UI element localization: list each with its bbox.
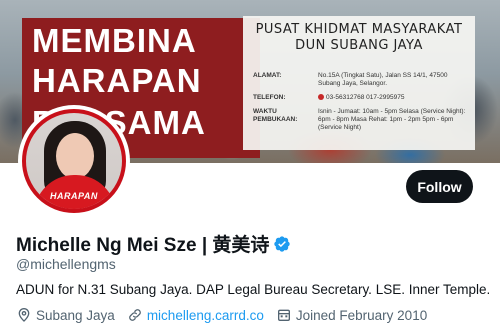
avatar-party-logo: HARAPAN [50,191,98,201]
banner-slogan-line-1: MEMBINA [32,22,197,59]
banner-telefon-value: 03-56312768 017-2995975 [326,94,405,101]
banner-info-panel: PUSAT KHIDMAT MASYARAKAT DUN SUBANG JAYA… [243,16,475,150]
profile-name-row: Michelle Ng Mei Sze | 黄美诗 [16,230,291,257]
link-icon [128,309,141,321]
banner-alamat-label: ALAMAT: [253,72,282,79]
profile-website[interactable]: michelleng.carrd.co [127,307,264,323]
profile-meta-row: Subang Jaya michelleng.carrd.co Joined F… [16,307,439,323]
banner-telefon-value-wrap: 03-56312768 017-2995975 [318,94,468,102]
profile-location-text: Subang Jaya [36,307,115,323]
avatar-face [56,133,94,179]
profile-location: Subang Jaya [16,307,115,323]
calendar-icon [277,309,290,321]
banner-info-title-2: DUN SUBANG JAYA [295,38,423,53]
avatar-photo: HARAPAN [22,109,126,213]
profile-handle: @michellengms [16,256,116,272]
profile-bio: ADUN for N.31 Subang Jaya. DAP Legal Bur… [16,282,491,297]
banner-slogan-line-2: HARAPAN [32,62,202,99]
banner-alamat-value: No.15A (Tingkat Satu), Jalan SS 14/1, 47… [318,72,448,87]
location-pin-icon [18,308,30,322]
banner-waktu-value: Isnin - Jumaat: 10am - 5pm Selasa (Servi… [318,108,466,131]
phone-icon [318,94,324,101]
banner-waktu-label: WAKTU PEMBUKAAN: [253,108,298,123]
banner-info-title-1: PUSAT KHIDMAT MASYARAKAT [255,22,463,37]
profile-joined: Joined February 2010 [276,307,427,323]
profile-website-link[interactable]: michelleng.carrd.co [147,308,264,323]
profile-joined-text: Joined February 2010 [295,307,428,323]
verified-badge-icon[interactable] [273,235,291,253]
follow-button[interactable]: Follow [406,170,473,203]
profile-avatar[interactable]: HARAPAN [18,105,130,217]
profile-display-name: Michelle Ng Mei Sze | 黄美诗 [16,235,270,256]
banner-telefon-label: TELEFON: [253,94,286,101]
